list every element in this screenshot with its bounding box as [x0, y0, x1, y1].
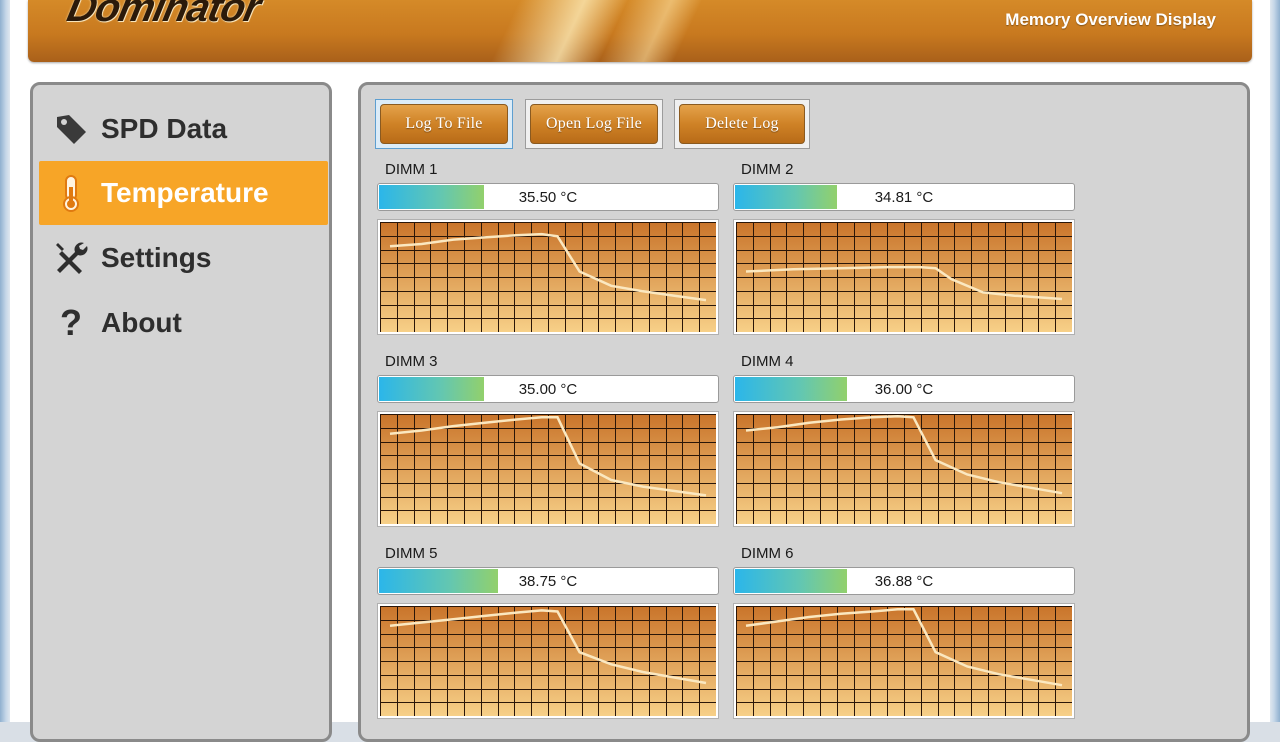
dimm-label: DIMM 5 — [385, 545, 438, 562]
sidebar-item-settings[interactable]: Settings — [39, 226, 328, 290]
temperature-value: 38.75 °C — [518, 572, 578, 590]
temperature-graph-plot — [380, 222, 716, 332]
header-banner: Dominator Memory Overview Display — [28, 0, 1252, 62]
temperature-value: 35.50 °C — [518, 188, 578, 206]
temperature-bar: 38.75 °C — [377, 567, 719, 595]
temperature-panel: Log To File Open Log File Delete Log DIM… — [358, 82, 1250, 742]
app-subtitle: Memory Overview Display — [1005, 10, 1216, 29]
temperature-value: 36.88 °C — [874, 572, 934, 590]
thermometer-icon — [51, 173, 91, 213]
dimm-label: DIMM 3 — [385, 353, 438, 370]
delete-log-button-frame: Delete Log — [674, 99, 810, 149]
temperature-bar: 35.50 °C — [377, 183, 719, 211]
app-logo: Dominator — [63, 0, 264, 30]
temperature-graph-plot — [736, 606, 1072, 716]
temperature-graph — [377, 603, 719, 719]
sidebar-item-label: SPD Data — [101, 113, 228, 144]
temperature-graph-plot — [736, 414, 1072, 524]
temperature-bar: 36.00 °C — [733, 375, 1075, 403]
temperature-graph-plot — [380, 414, 716, 524]
temperature-bar: 35.00 °C — [377, 375, 719, 403]
temperature-bar: 34.81 °C — [733, 183, 1075, 211]
temperature-value: 36.00 °C — [874, 380, 934, 398]
temperature-graph — [377, 411, 719, 527]
question-mark-icon: ? — [60, 302, 82, 343]
window-frame-left — [0, 0, 10, 722]
temperature-graph-plot — [736, 222, 1072, 332]
temperature-graph — [733, 603, 1075, 719]
wrench-screwdriver-icon — [51, 238, 91, 278]
sidebar-item-spd-data[interactable]: SPD Data — [39, 97, 328, 161]
temperature-value: 34.81 °C — [874, 188, 934, 206]
tag-icon — [51, 109, 91, 149]
sidebar-item-temperature[interactable]: Temperature — [39, 161, 328, 225]
temperature-value: 35.00 °C — [518, 380, 578, 398]
sidebar-item-label: About — [101, 307, 182, 338]
window-frame-right — [1270, 0, 1280, 722]
sidebar-item-label: Settings — [101, 242, 212, 273]
dimm-label: DIMM 2 — [741, 161, 794, 178]
open-log-file-button-frame: Open Log File — [525, 99, 663, 149]
dimm-label: DIMM 4 — [741, 353, 794, 370]
dimm-label: DIMM 1 — [385, 161, 438, 178]
log-to-file-button[interactable]: Log To File — [380, 104, 508, 144]
dimm-label: DIMM 6 — [741, 545, 794, 562]
open-log-file-button[interactable]: Open Log File — [530, 104, 658, 144]
delete-log-button[interactable]: Delete Log — [679, 104, 805, 144]
temperature-graph-plot — [380, 606, 716, 716]
temperature-bar: 36.88 °C — [733, 567, 1075, 595]
log-to-file-button-frame: Log To File — [375, 99, 513, 149]
sidebar-item-about[interactable]: ? About — [39, 291, 328, 355]
temperature-graph — [377, 219, 719, 335]
temperature-graph — [733, 219, 1075, 335]
sidebar: SPD Data Temperature Settings ? About — [30, 82, 332, 742]
sidebar-item-label: Temperature — [101, 177, 269, 208]
temperature-graph — [733, 411, 1075, 527]
